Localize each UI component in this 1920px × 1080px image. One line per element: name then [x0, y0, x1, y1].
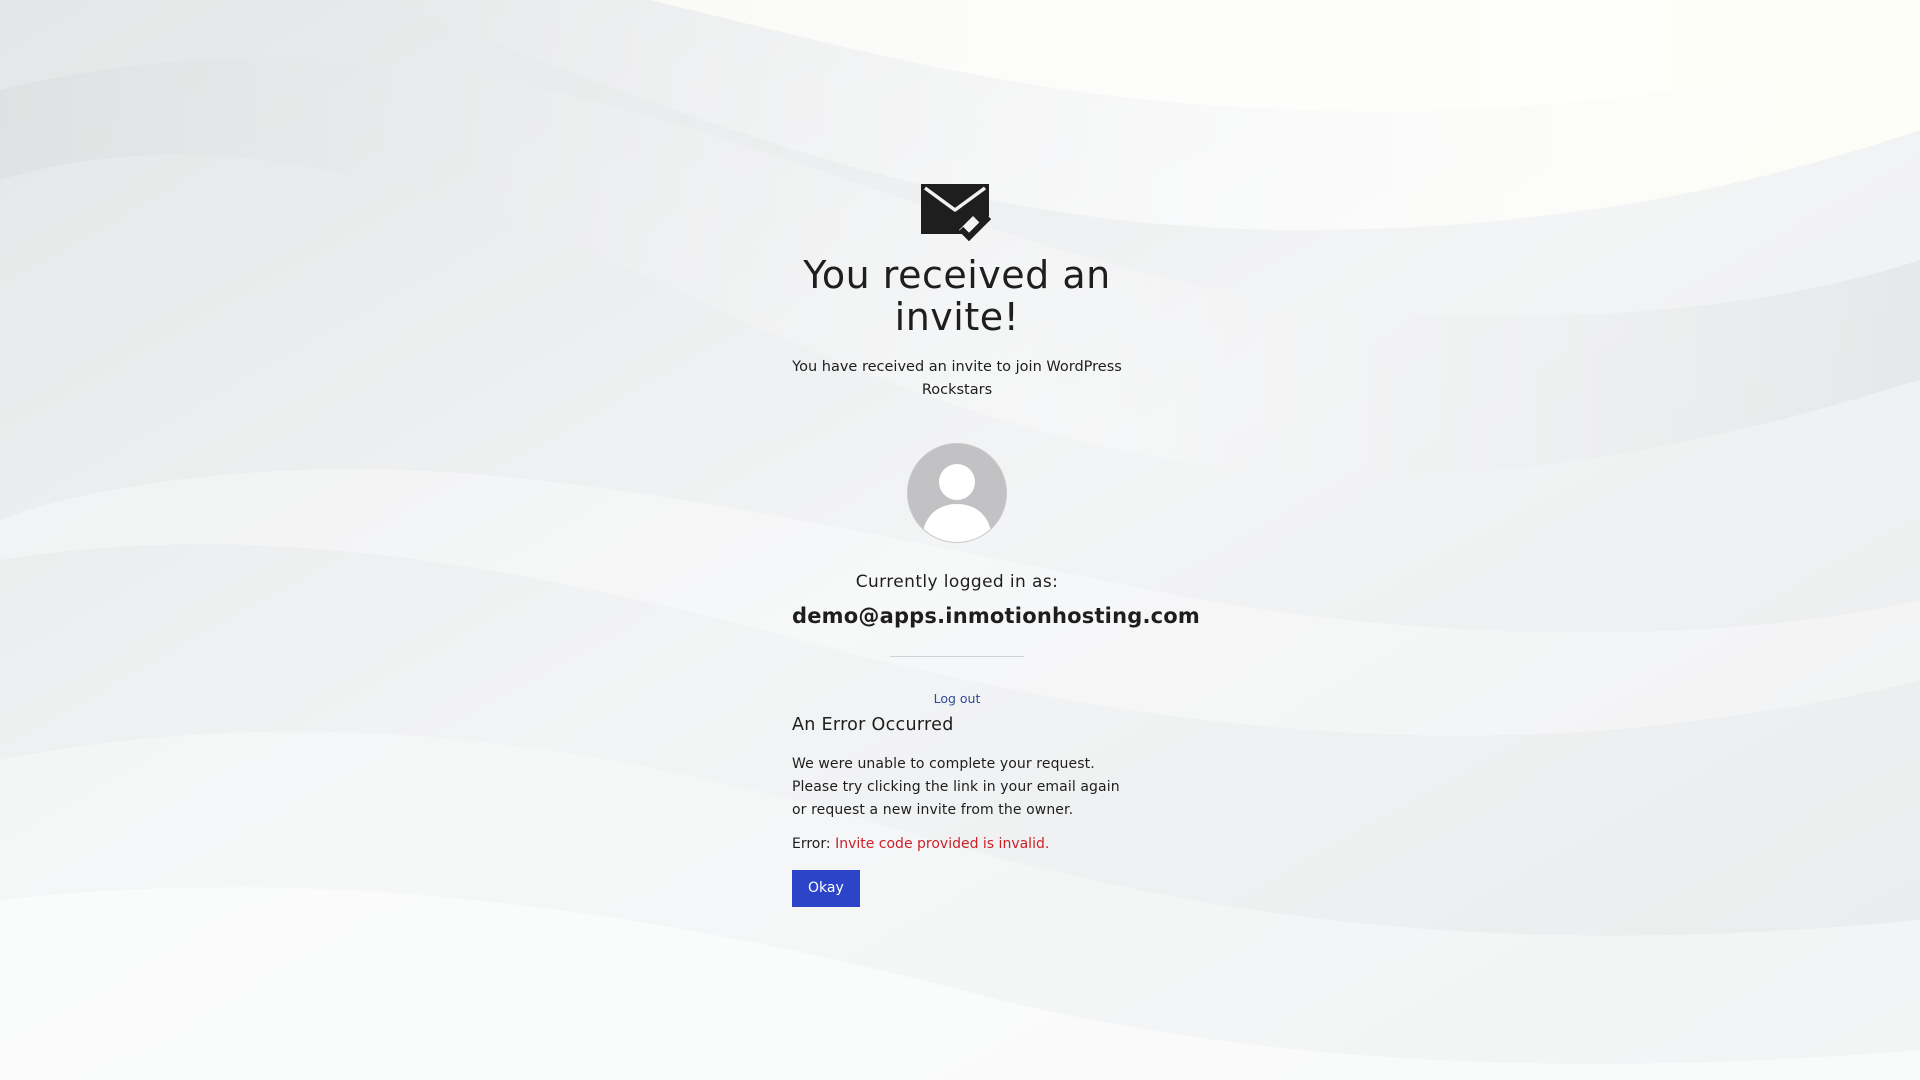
logged-in-email: demo@apps.inmotionhosting.com [792, 604, 1200, 628]
default-user-avatar [907, 443, 1007, 543]
invite-card: You received an invite! You have receive… [792, 184, 1200, 907]
logged-in-label: Currently logged in as: [855, 572, 1059, 592]
error-line: Error: Invite code provided is invalid. [792, 836, 1122, 852]
page-title: You received an invite! [803, 253, 1111, 339]
logout-link[interactable]: Log out [792, 691, 1122, 706]
divider [890, 656, 1024, 657]
error-prefix: Error: [792, 836, 831, 852]
okay-button[interactable]: Okay [792, 870, 860, 907]
error-message: Invite code provided is invalid. [835, 836, 1050, 852]
envelope-check-icon [921, 184, 992, 242]
error-description: We were unable to complete your request.… [792, 756, 1120, 818]
invite-subtitle: You have received an invite to join Word… [792, 359, 1122, 398]
error-title: An Error Occurred [792, 715, 954, 735]
user-silhouette-icon [908, 444, 1006, 542]
